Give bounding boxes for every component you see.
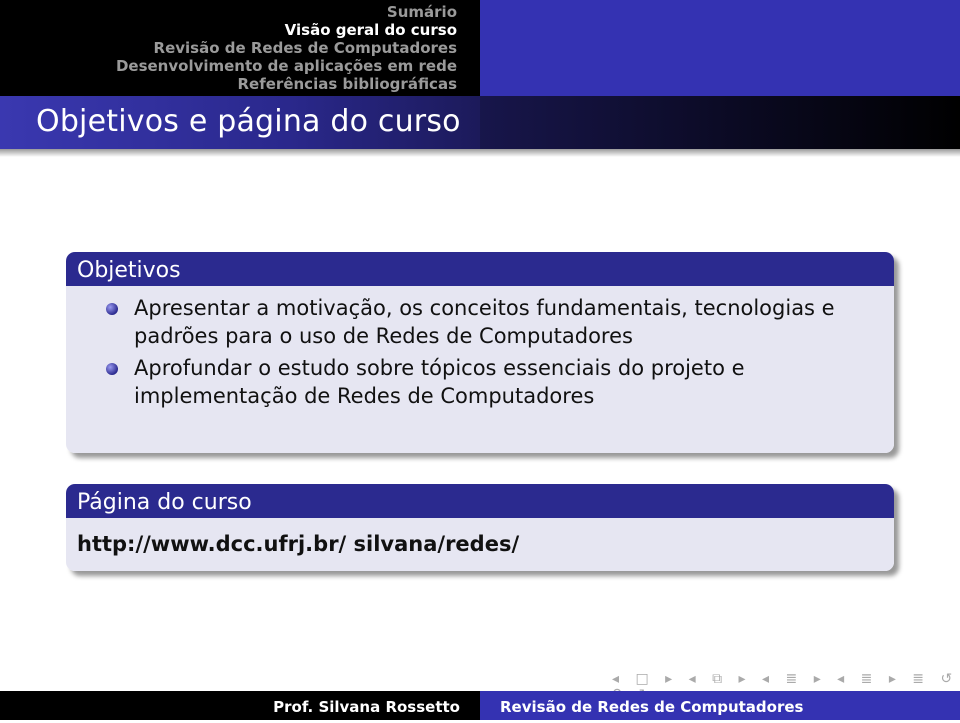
slide-title: Objetivos e página do curso	[36, 104, 461, 139]
course-url[interactable]: http://www.dcc.ufrj.br/ silvana/redes/	[66, 518, 894, 570]
list-item: Apresentar a motivação, os conceitos fun…	[66, 294, 894, 350]
header-bar: Sumário Visão geral do curso Revisão de …	[0, 0, 960, 96]
course-page-block: Página do curso http://www.dcc.ufrj.br/ …	[66, 484, 894, 571]
header-right-panel	[480, 0, 960, 96]
title-shadow	[0, 149, 960, 157]
objectives-block-body: Apresentar a motivação, os conceitos fun…	[66, 286, 894, 453]
objectives-block: Objetivos Apresentar a motivação, os con…	[66, 252, 894, 453]
footer-bar: Prof. Silvana Rossetto Revisão de Redes …	[0, 691, 960, 720]
objectives-block-title: Objetivos	[66, 252, 894, 286]
bullet-icon	[106, 363, 118, 375]
footer-course-title: Revisão de Redes de Computadores	[480, 691, 960, 720]
list-item-text: Aprofundar o estudo sobre tópicos essenc…	[134, 356, 745, 408]
nav-section-sumario[interactable]: Sumário	[0, 3, 457, 21]
footer-author: Prof. Silvana Rossetto	[0, 691, 480, 720]
list-item: Aprofundar o estudo sobre tópicos essenc…	[66, 354, 894, 410]
nav-section-visao-geral[interactable]: Visão geral do curso	[0, 21, 457, 39]
bullet-icon	[106, 303, 118, 315]
nav-section-desenvolvimento[interactable]: Desenvolvimento de aplicações em rede	[0, 57, 457, 75]
nav-section-revisao[interactable]: Revisão de Redes de Computadores	[0, 39, 457, 57]
nav-section-referencias[interactable]: Referências bibliográficas	[0, 75, 458, 93]
section-navigation: Sumário Visão geral do curso Revisão de …	[0, 0, 480, 96]
course-page-block-body: http://www.dcc.ufrj.br/ silvana/redes/	[66, 518, 894, 571]
list-item-text: Apresentar a motivação, os conceitos fun…	[134, 296, 835, 348]
course-page-block-title: Página do curso	[66, 484, 894, 518]
